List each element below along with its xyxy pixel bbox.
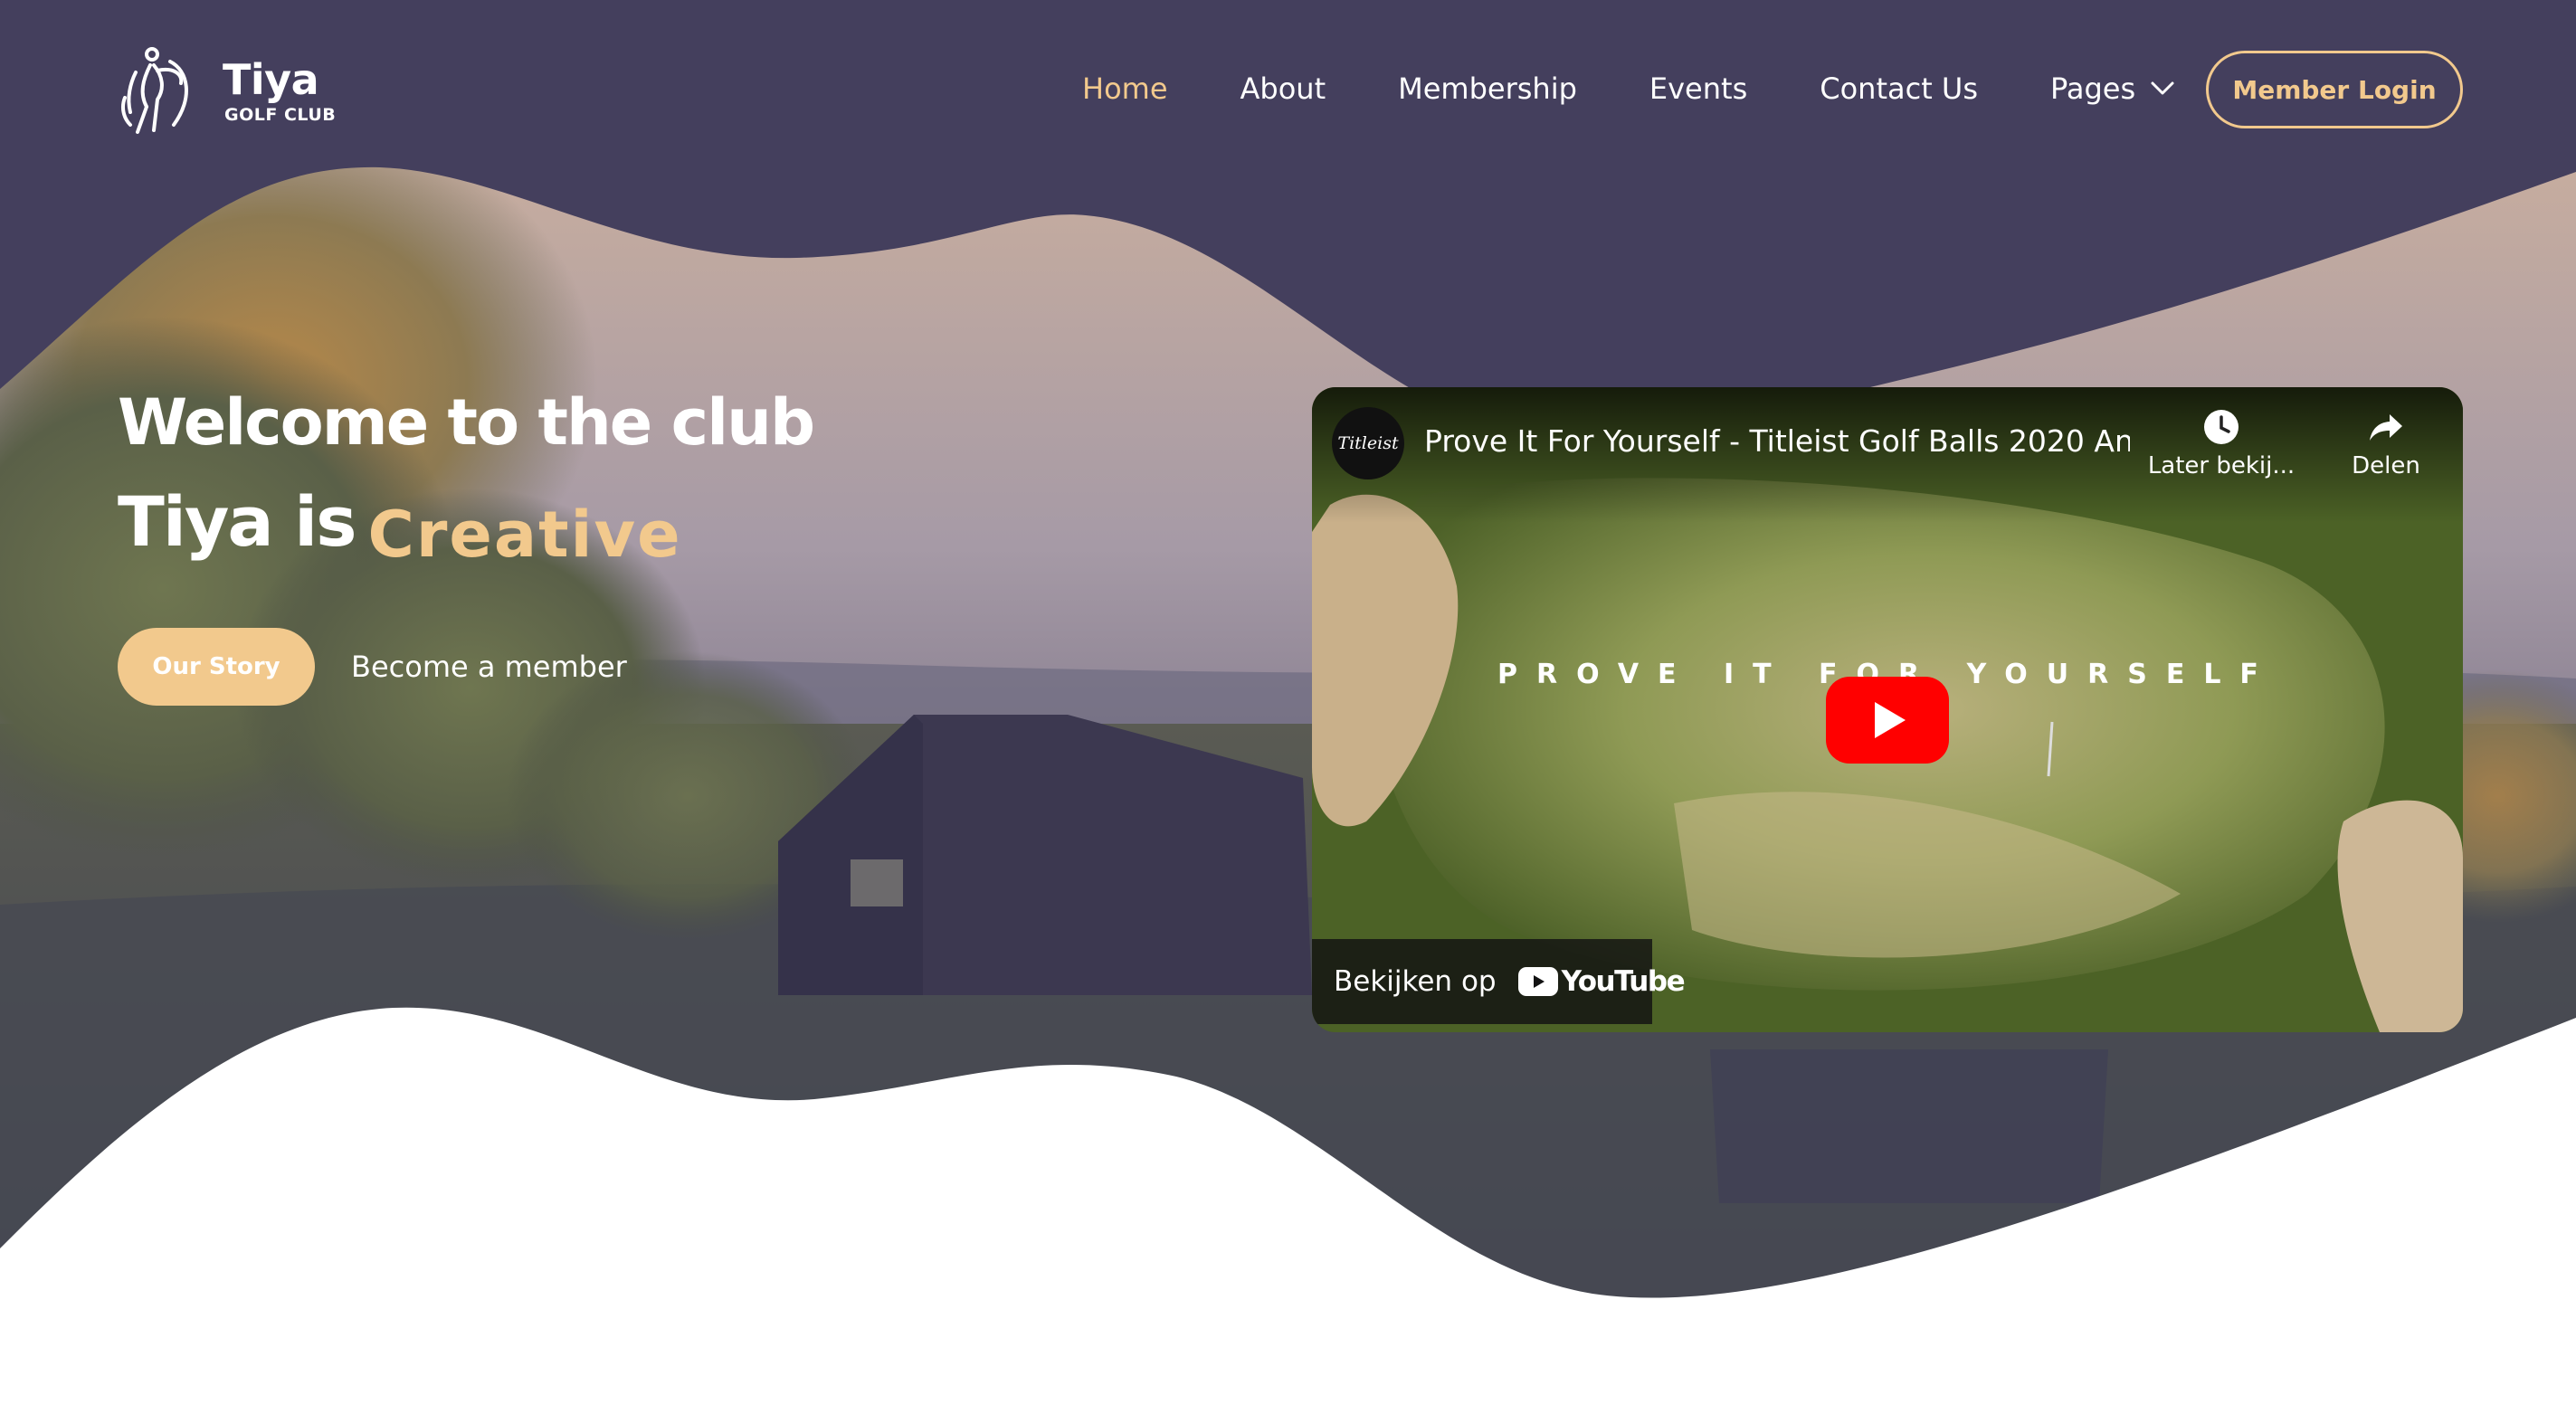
nav-item-home[interactable]: Home (1082, 67, 1168, 110)
nav-item-pages[interactable]: Pages (2050, 67, 2175, 110)
video-embed[interactable]: Titleist Prove It For Yourself - Titleis… (1312, 387, 2463, 1032)
youtube-icon (1517, 967, 1558, 996)
golfer-icon (121, 47, 188, 134)
share-icon (2370, 414, 2402, 441)
member-login-button[interactable]: Member Login (2206, 51, 2463, 128)
hero-title: Welcome to the club (118, 385, 815, 460)
hero-subtitle-main: Tiya is (118, 481, 356, 562)
watch-later-button[interactable]: Later bekij... (2148, 407, 2295, 479)
play-icon[interactable] (1826, 677, 1949, 764)
watch-on-youtube[interactable]: Bekijken op YouTube (1312, 939, 1686, 1024)
nav-item-contact-us[interactable]: Contact Us (1820, 67, 1978, 110)
channel-avatar[interactable]: Titleist (1332, 407, 1404, 479)
nav-item-pages-label: Pages (2050, 71, 2136, 106)
page: Tiya GOLF CLUB Home About Membership Eve… (0, 0, 2576, 1414)
nav-item-membership[interactable]: Membership (1398, 67, 1577, 110)
become-member-link[interactable]: Become a member (351, 641, 627, 693)
brand-name: Tiya (223, 55, 319, 104)
share-label: Delen (2352, 452, 2420, 479)
video-title[interactable]: Prove It For Yourself - Titleist Golf Ba… (1424, 422, 2130, 461)
hero-subtitle: Tiya is Creative (118, 479, 682, 572)
brand-subtitle: GOLF CLUB (224, 105, 337, 125)
watch-on-label: Bekijken op (1334, 965, 1497, 998)
watch-later-label: Later bekij... (2147, 452, 2296, 479)
clock-icon (2204, 410, 2239, 444)
nav-item-about[interactable]: About (1240, 67, 1326, 110)
site-header: Tiya GOLF CLUB Home About Membership Eve… (0, 0, 2576, 181)
chevron-down-icon (2151, 81, 2174, 95)
share-button[interactable]: Delen (2336, 407, 2436, 479)
youtube-wordmark: YouTube (1561, 965, 1686, 998)
brand-logo[interactable]: Tiya GOLF CLUB (118, 43, 336, 138)
nav-item-events[interactable]: Events (1649, 67, 1747, 110)
hero-subtitle-accent: Creative (367, 498, 682, 572)
brand-text: Tiya GOLF CLUB (223, 55, 336, 126)
youtube-logo: YouTube (1517, 965, 1686, 998)
main-nav: Home About Membership Events Contact Us … (1082, 67, 2248, 110)
our-story-button[interactable]: Our Story (118, 628, 315, 706)
